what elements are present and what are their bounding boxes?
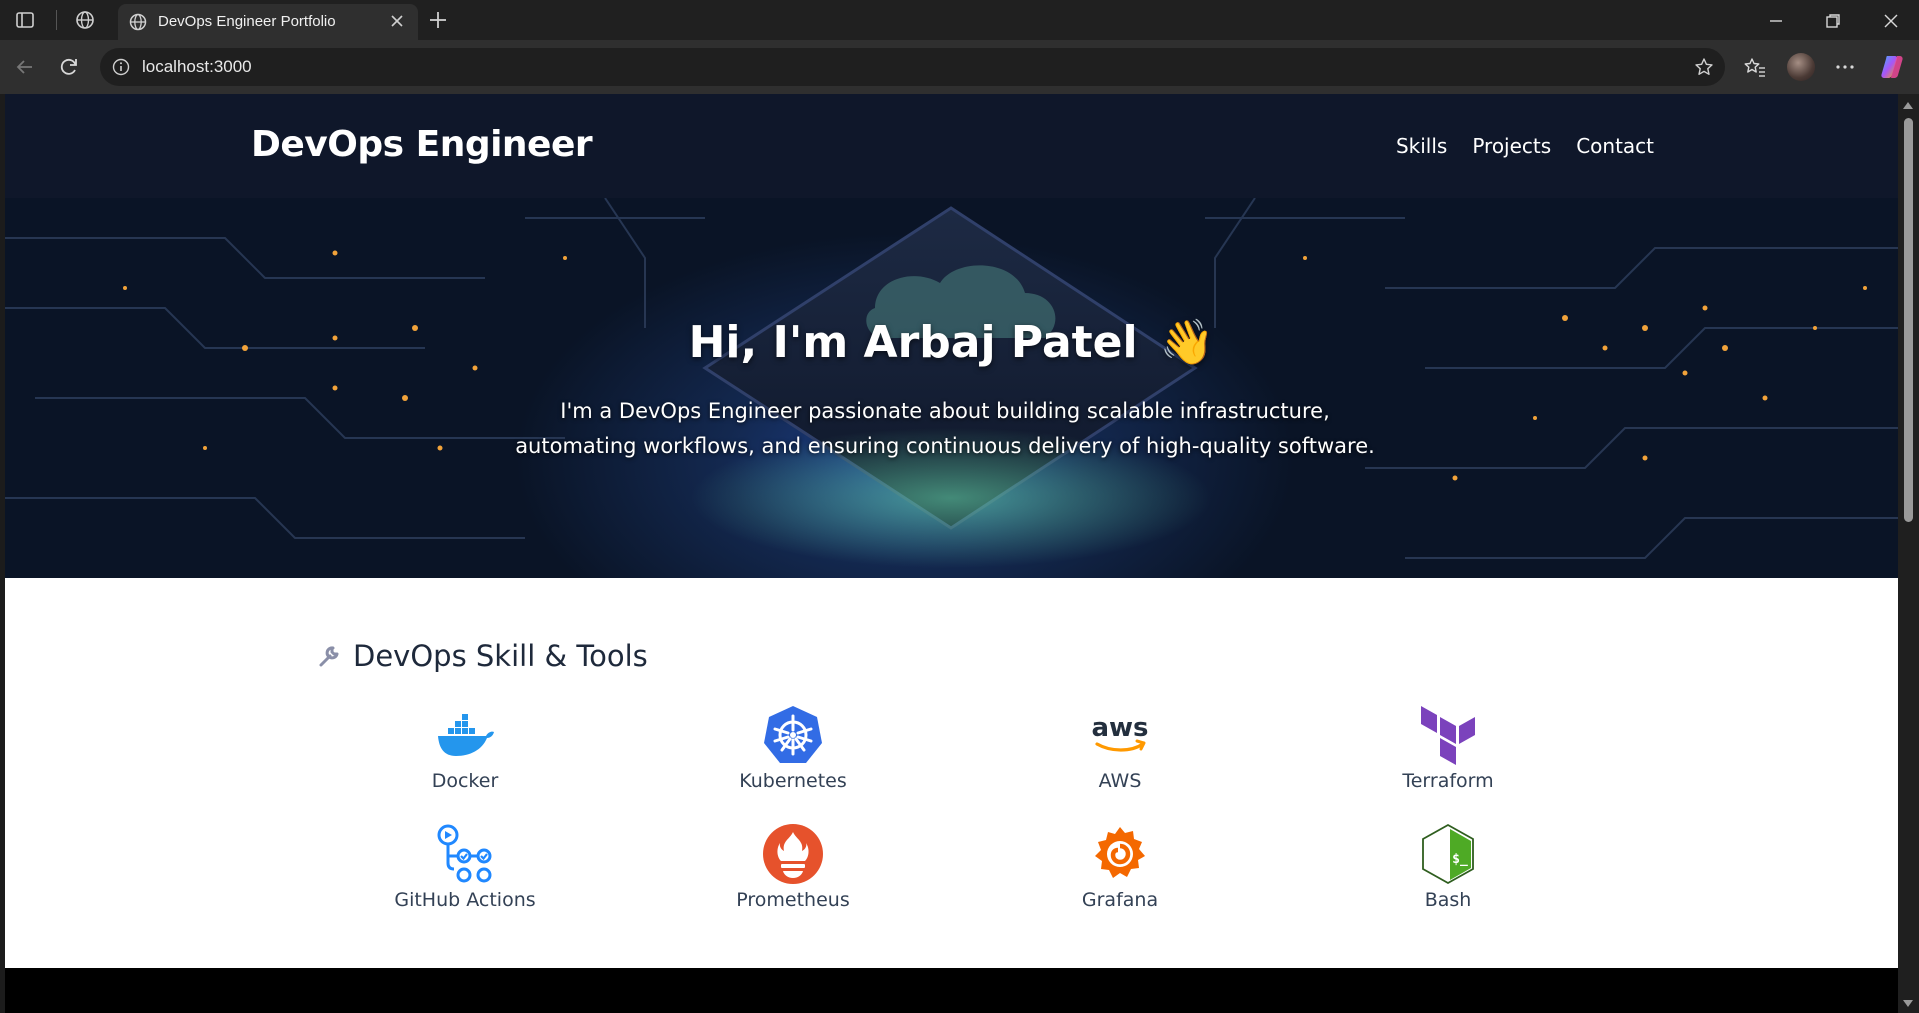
copilot-icon[interactable] bbox=[1878, 53, 1906, 81]
skill-github-actions: GitHub Actions bbox=[355, 823, 575, 911]
skill-docker: Docker bbox=[355, 704, 575, 792]
restore-icon[interactable] bbox=[1822, 10, 1844, 32]
skill-terraform: Terraform bbox=[1338, 704, 1558, 792]
skill-grafana: Grafana bbox=[1010, 823, 1230, 911]
scrollbar-thumb[interactable] bbox=[1904, 118, 1913, 522]
kubernetes-icon bbox=[764, 706, 822, 763]
skill-label: GitHub Actions bbox=[394, 889, 536, 911]
browser-tab-bar: DevOps Engineer Portfolio bbox=[0, 0, 1919, 40]
main-nav: Skills Projects Contact bbox=[1396, 134, 1654, 158]
new-tab-icon[interactable] bbox=[426, 8, 450, 32]
skill-label: Bash bbox=[1424, 889, 1472, 911]
wrench-icon bbox=[319, 646, 339, 667]
terraform-icon bbox=[1421, 706, 1475, 765]
globe-icon bbox=[129, 13, 147, 31]
footer-strip bbox=[5, 968, 1898, 1013]
browser-toolbar: localhost:3000 bbox=[0, 40, 1919, 94]
site-header: DevOps Engineer Skills Projects Contact bbox=[5, 94, 1898, 198]
url-text[interactable]: localhost:3000 bbox=[142, 57, 252, 77]
scroll-down-arrow-icon[interactable] bbox=[1903, 1000, 1913, 1007]
grafana-icon bbox=[1095, 827, 1145, 878]
circuit-background-image bbox=[5, 198, 1898, 568]
skill-aws: aws AWS bbox=[1010, 704, 1230, 792]
skill-label: Docker bbox=[431, 770, 499, 792]
minimize-icon[interactable] bbox=[1765, 10, 1787, 32]
prometheus-icon bbox=[763, 824, 823, 884]
favorite-star-icon[interactable] bbox=[1693, 56, 1715, 78]
nav-link-projects[interactable]: Projects bbox=[1472, 134, 1551, 158]
site-info-icon[interactable] bbox=[112, 58, 130, 76]
skill-kubernetes: Kubernetes bbox=[683, 704, 903, 792]
favorites-icon[interactable] bbox=[1742, 54, 1768, 80]
tab-title: DevOps Engineer Portfolio bbox=[158, 13, 336, 30]
sidebar-toggle-icon[interactable] bbox=[14, 9, 36, 31]
browser-tab-active[interactable]: DevOps Engineer Portfolio bbox=[118, 4, 418, 40]
divider bbox=[56, 10, 57, 30]
skill-label: Terraform bbox=[1402, 770, 1494, 792]
more-menu-icon[interactable] bbox=[1832, 54, 1858, 80]
skills-heading: DevOps Skill & Tools bbox=[315, 639, 648, 673]
hero-section: Hi, I'm Arbaj Patel 👋 I'm a DevOps Engine… bbox=[5, 198, 1898, 578]
page-viewport: DevOps Engineer Skills Projects Contact bbox=[5, 94, 1898, 1013]
bash-icon: $_ bbox=[1422, 823, 1474, 885]
skill-label: AWS bbox=[1098, 770, 1142, 792]
svg-text:$_: $_ bbox=[1452, 852, 1468, 867]
address-bar[interactable]: localhost:3000 bbox=[100, 48, 1725, 86]
skill-label: Prometheus bbox=[736, 889, 850, 911]
back-icon[interactable] bbox=[12, 54, 38, 80]
close-tab-icon[interactable] bbox=[386, 10, 408, 32]
github-actions-icon bbox=[437, 824, 492, 883]
docker-icon bbox=[438, 714, 494, 756]
page-scrollbar[interactable] bbox=[1898, 94, 1919, 1013]
hero-title-text: Hi, I'm Arbaj Patel bbox=[688, 317, 1138, 368]
nav-link-contact[interactable]: Contact bbox=[1576, 134, 1654, 158]
svg-text:aws: aws bbox=[1091, 713, 1148, 743]
refresh-icon[interactable] bbox=[56, 54, 82, 80]
close-window-icon[interactable] bbox=[1880, 10, 1902, 32]
hero-title: Hi, I'm Arbaj Patel 👋 bbox=[5, 316, 1898, 368]
scroll-up-arrow-icon[interactable] bbox=[1903, 102, 1913, 109]
workspaces-icon[interactable] bbox=[74, 9, 96, 31]
skill-bash: $_ Bash bbox=[1338, 823, 1558, 911]
skill-label: Grafana bbox=[1081, 889, 1159, 911]
skill-label: Kubernetes bbox=[739, 770, 847, 792]
skill-prometheus: Prometheus bbox=[683, 823, 903, 911]
hero-subtitle: I'm a DevOps Engineer passionate about b… bbox=[515, 399, 1375, 458]
nav-link-skills[interactable]: Skills bbox=[1396, 134, 1447, 158]
aws-icon: aws bbox=[1091, 713, 1149, 752]
site-brand[interactable]: DevOps Engineer bbox=[251, 124, 593, 165]
waving-hand-emoji: 👋 bbox=[1159, 317, 1215, 368]
profile-avatar[interactable] bbox=[1787, 53, 1815, 81]
skills-heading-text: DevOps Skill & Tools bbox=[353, 639, 648, 673]
